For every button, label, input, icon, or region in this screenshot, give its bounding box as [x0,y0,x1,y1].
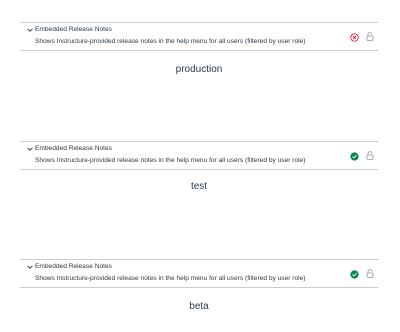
feature-description: Shows Instructure-provided release notes… [35,157,306,164]
chevron-down-icon[interactable] [26,145,34,153]
environment-label: test [190,181,208,192]
feature-title: Embedded Release Notes [35,26,112,33]
error-x-circle-icon[interactable] [350,33,359,42]
lock-open-icon[interactable] [366,269,374,278]
chevron-down-icon[interactable] [26,26,34,34]
feature-panel-test: Embedded Release Notes Shows Instructure… [20,141,378,192]
lock-open-icon[interactable] [366,32,374,41]
feature-description: Shows Instructure-provided release notes… [35,275,306,282]
success-check-circle-icon[interactable] [350,152,359,161]
feature-title: Embedded Release Notes [35,263,112,270]
lock-open-icon[interactable] [366,151,374,160]
feature-title: Embedded Release Notes [35,145,112,152]
feature-description: Shows Instructure-provided release notes… [35,38,306,45]
feature-row[interactable]: Embedded Release Notes Shows Instructure… [20,22,378,51]
feature-row[interactable]: Embedded Release Notes Shows Instructure… [20,259,378,288]
environment-label: production [175,64,223,75]
feature-panel-production: Embedded Release Notes Shows Instructure… [20,22,378,75]
feature-panel-beta: Embedded Release Notes Shows Instructure… [20,259,378,312]
chevron-down-icon[interactable] [26,263,34,271]
success-check-circle-icon[interactable] [350,270,359,279]
environment-label: beta [189,301,209,312]
feature-row[interactable]: Embedded Release Notes Shows Instructure… [20,141,378,170]
